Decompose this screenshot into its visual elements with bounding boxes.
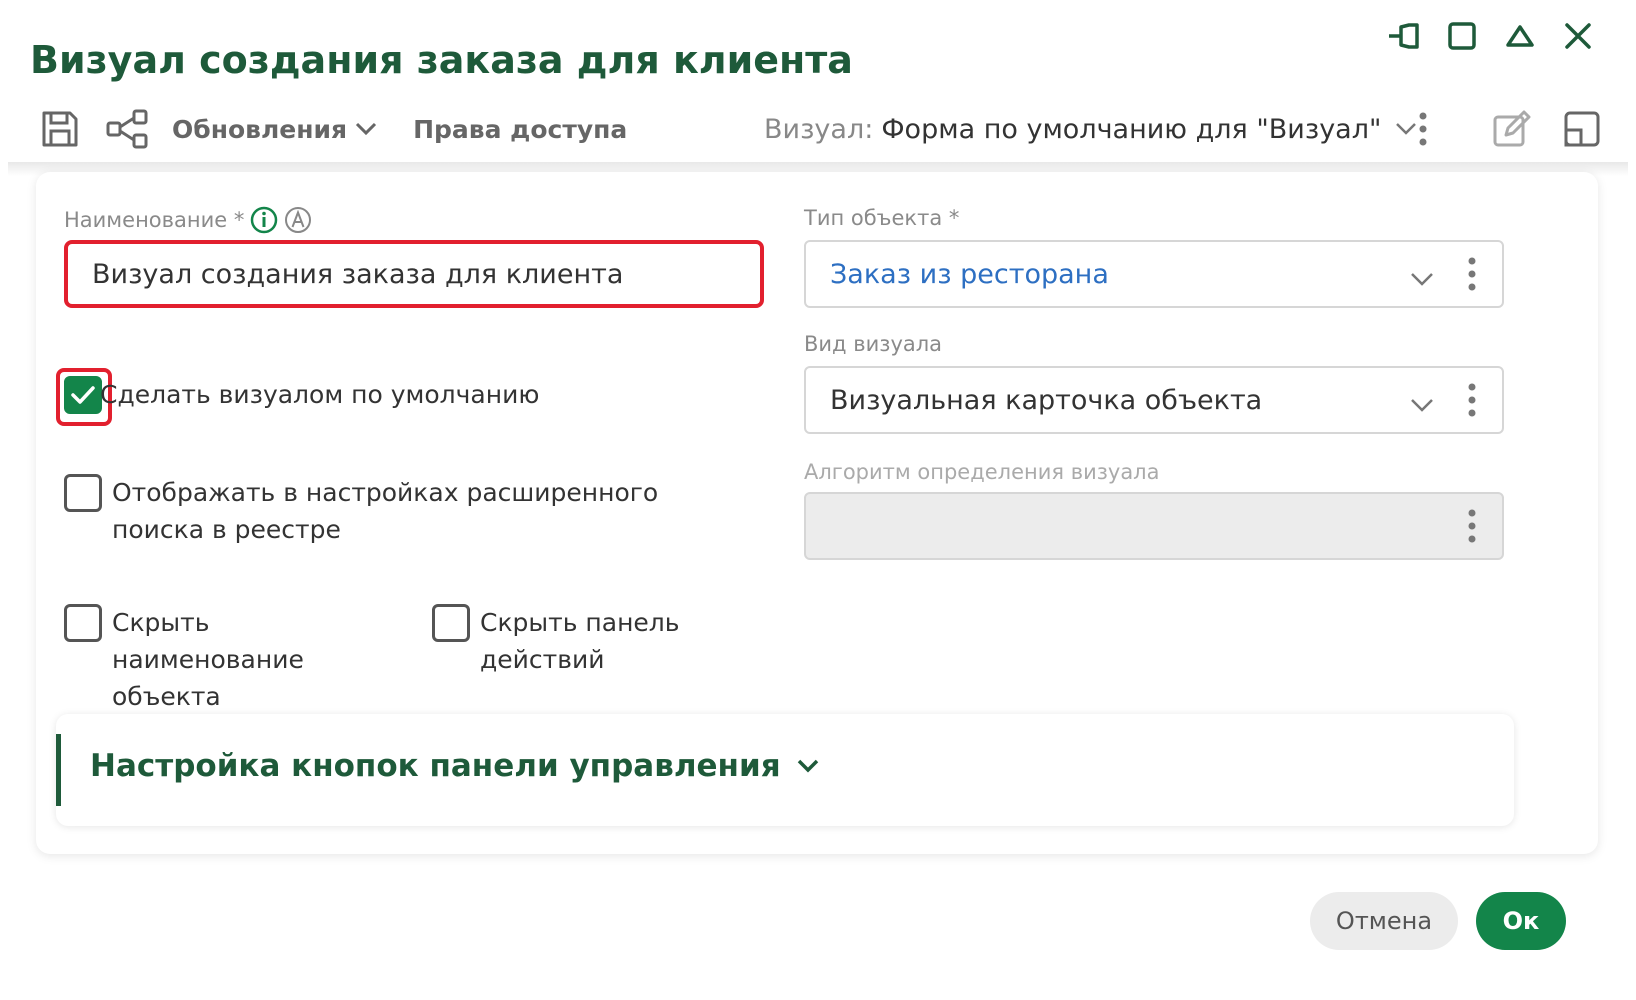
close-icon[interactable] [1560,18,1596,54]
check-icon [71,386,95,404]
window-controls [1386,18,1596,54]
chevron-down-icon [356,122,377,136]
more-vertical-icon[interactable] [1468,382,1476,425]
layout-icon[interactable] [1558,105,1606,153]
more-vertical-icon[interactable] [1468,256,1476,299]
ok-button[interactable]: Ок [1476,892,1566,950]
name-input[interactable]: Визуал создания заказа для клиента [64,240,764,308]
name-field-label: Наименование * [64,206,312,234]
more-vertical-icon[interactable] [1408,104,1438,154]
object-type-select[interactable]: Заказ из ресторана [804,240,1504,308]
section-title: Настройка кнопок панели управления [90,748,781,784]
form-card: Наименование * Визуал создания заказа дл… [36,172,1598,854]
save-icon[interactable] [36,105,84,153]
collapse-icon[interactable] [1502,18,1538,54]
more-vertical-icon[interactable] [1468,508,1476,551]
hide-name-label: Скрыть наименование объекта [112,608,304,711]
visual-kind-select[interactable]: Визуальная карточка объекта [804,366,1504,434]
control-panel-buttons-section: Настройка кнопок панели управления [56,714,1514,826]
visual-kind-label: Вид визуала [804,332,943,356]
visual-selector-value: Форма по умолчанию для "Визуал" [881,113,1382,145]
info-icon[interactable] [250,206,278,234]
object-type-label: Тип объекта * [804,206,960,230]
share-nodes-icon[interactable] [104,105,152,153]
visual-kind-value: Визуальная карточка объекта [830,384,1263,416]
toolbar: Обновления Права доступа Визуал: Форма п… [36,104,1606,154]
name-input-value: Визуал создания заказа для клиента [92,258,624,290]
updates-label: Обновления [172,114,348,144]
hide-panel-checkbox[interactable] [432,604,470,642]
object-type-value: Заказ из ресторана [830,258,1109,290]
default-visual-checkbox[interactable] [64,376,102,414]
chevron-down-icon [797,759,818,773]
advanced-search-checkbox[interactable] [64,474,102,512]
hide-panel-label: Скрыть панель действий [480,608,680,674]
algorithm-label: Алгоритм определения визуала [804,460,1160,484]
pin-icon[interactable] [1386,18,1422,54]
hide-name-row: Скрыть наименование объекта [64,604,404,715]
algorithm-select [804,492,1504,560]
chevron-down-icon [1410,388,1434,419]
auto-translate-icon[interactable] [284,206,312,234]
default-visual-row: Сделать визуалом по умолчанию [64,376,539,414]
window-title: Визуал создания заказа для клиента [30,38,853,82]
advanced-search-row: Отображать в настройках расширенного пои… [64,474,754,548]
hide-panel-row: Скрыть панель действий [432,604,712,678]
toolbar-right [1488,104,1606,154]
section-accent-bar [56,734,61,806]
updates-menu[interactable]: Обновления [172,115,377,144]
section-header[interactable]: Настройка кнопок панели управления [90,748,819,784]
hide-name-checkbox[interactable] [64,604,102,642]
cancel-button[interactable]: Отмена [1310,892,1458,950]
edit-icon[interactable] [1488,105,1536,153]
name-label-text: Наименование * [64,208,245,232]
visual-selector-label: Визуал: [764,113,874,145]
advanced-search-label: Отображать в настройках расширенного пои… [112,478,659,544]
visual-selector[interactable]: Визуал: Форма по умолчанию для "Визуал" [764,104,1417,154]
maximize-icon[interactable] [1444,18,1480,54]
access-rights-link[interactable]: Права доступа [413,115,627,144]
chevron-down-icon [1410,262,1434,293]
default-visual-label: Сделать визуалом по умолчанию [100,380,540,409]
